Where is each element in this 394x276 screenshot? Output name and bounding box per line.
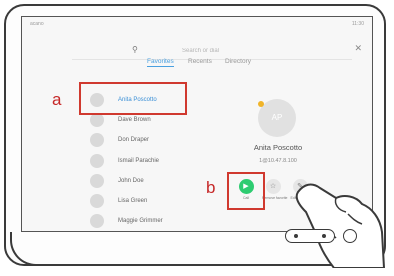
list-item[interactable]: Maggie Grimmer (90, 214, 260, 230)
avatar (90, 214, 104, 228)
detail-name: Anita Poscotto (253, 143, 303, 152)
avatar (90, 133, 104, 147)
contact-name: Don Draper (118, 137, 150, 143)
search-icon[interactable]: ⚲ (132, 45, 138, 54)
contact-name: Lisa Green (118, 198, 148, 204)
presence-dot (258, 101, 264, 107)
highlight-box-a (79, 82, 187, 115)
status-left: acano (30, 21, 44, 27)
volume-buttons[interactable] (285, 229, 335, 243)
star-icon: ☆ (265, 179, 281, 194)
list-item[interactable]: Ismail Parachie (90, 154, 260, 170)
contact-name: Maggie Grimmer (118, 218, 163, 224)
avatar (90, 113, 104, 127)
clock: 11:30 (351, 21, 364, 27)
avatar (90, 174, 104, 188)
remove-favorite-button[interactable]: ☆ Remove favorite (262, 179, 288, 200)
mute-button[interactable] (343, 229, 357, 243)
contact-name: John Doe (118, 178, 144, 184)
search-input[interactable] (182, 45, 282, 57)
avatar (90, 154, 104, 168)
avatar (90, 194, 104, 208)
search-bar: ⚲ ✕ (72, 43, 362, 60)
close-icon[interactable]: ✕ (354, 43, 362, 54)
callout-a: a (52, 90, 62, 109)
list-item[interactable]: Dave Brown (90, 113, 260, 129)
callout-b: b (206, 178, 216, 197)
action-label: Remove favorite (262, 196, 288, 200)
detail-address: 1@10.47.8.100 (259, 158, 297, 164)
list-item[interactable]: Don Draper (90, 133, 260, 149)
status-bar: acano 11:30 (22, 17, 372, 31)
pointing-hand-icon (295, 183, 386, 268)
tab-favorites[interactable]: Favorites (147, 58, 174, 67)
tab-recents[interactable]: Recents (188, 58, 212, 65)
tab-directory[interactable]: Directory (225, 58, 251, 65)
contact-name: Ismail Parachie (118, 158, 160, 164)
contact-name: Dave Brown (118, 117, 151, 123)
highlight-box-b (227, 172, 265, 210)
